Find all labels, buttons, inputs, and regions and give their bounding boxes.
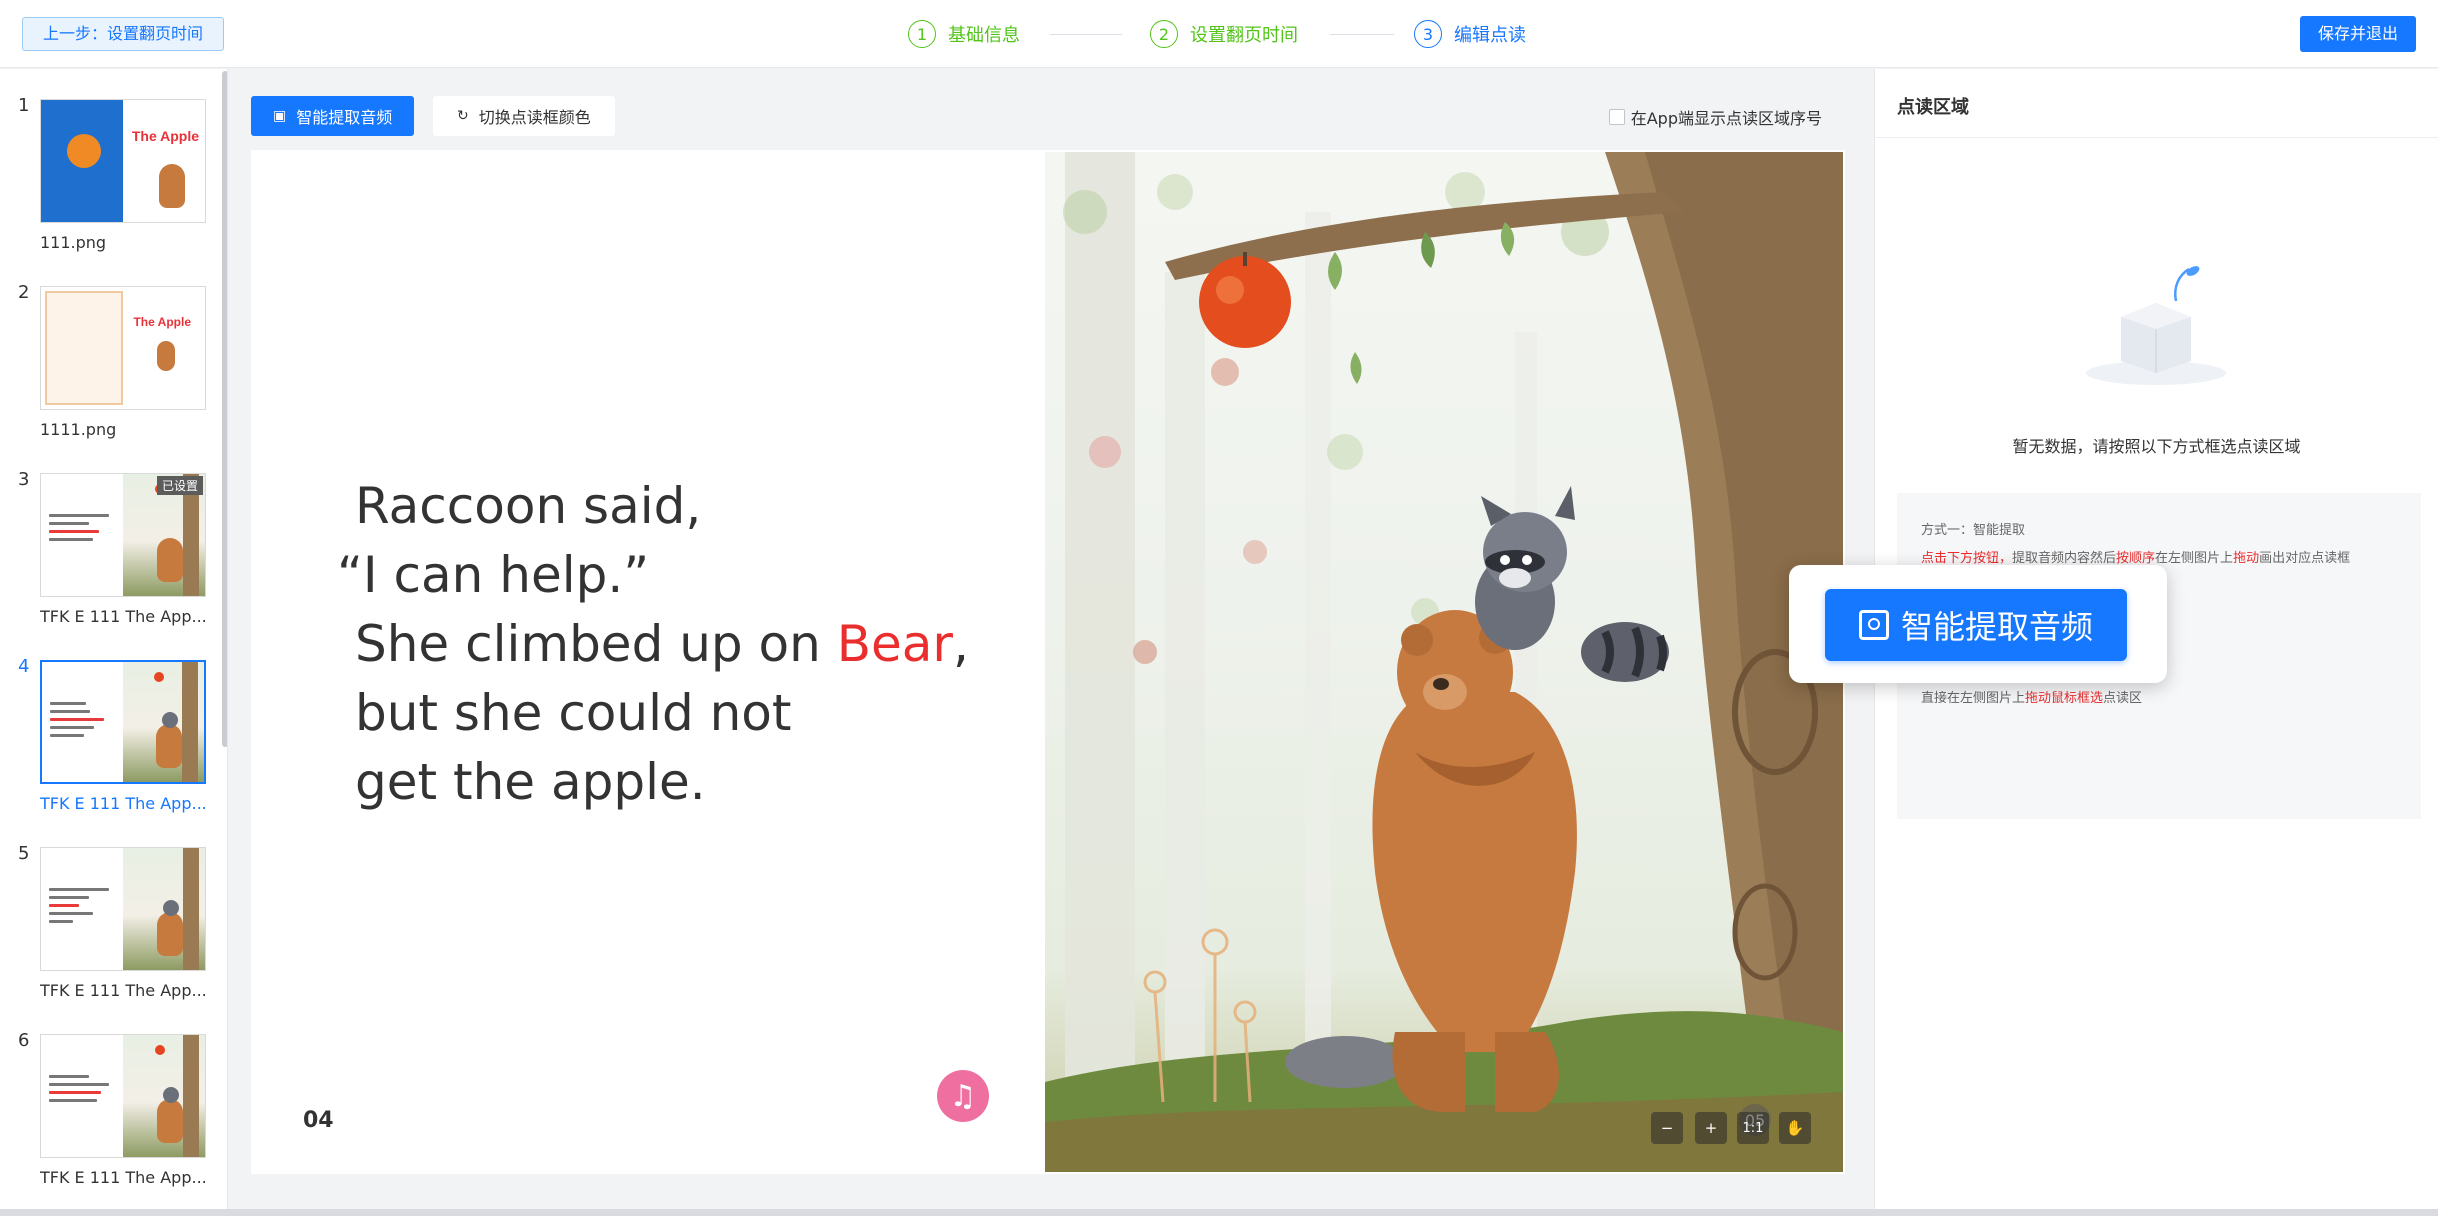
image-extract-icon: ▣ xyxy=(273,108,287,124)
hint-red-text: 拖动 xyxy=(2233,551,2260,566)
show-index-checkbox[interactable]: 在App端显示点读区域序号 xyxy=(1608,105,1822,129)
popup-smart-extract-audio-button[interactable]: 智能提取音频 xyxy=(1825,589,2127,661)
zoom-in-icon[interactable]: + xyxy=(1695,1112,1727,1144)
top-bar: 上一步：设置翻页时间 1 基础信息 2 设置翻页时间 3 编辑点读 保存并退出 xyxy=(0,0,2438,68)
step-number: 3 xyxy=(1414,20,1442,48)
story-line-highlight: She climbed up on Bear, xyxy=(355,610,969,679)
page-number: 3 xyxy=(18,469,30,490)
page-number: 6 xyxy=(18,1030,30,1051)
step-edit-reading: 3 编辑点读 xyxy=(1414,16,1526,52)
save-and-exit-button[interactable]: 保存并退出 xyxy=(2299,16,2416,52)
page-number: 2 xyxy=(18,282,30,303)
hint-text: 点读区 xyxy=(2103,691,2143,706)
page-thumbnail-sidebar: 1 The Apple 111.png 2 The Apple 1111.png… xyxy=(0,69,228,1209)
page-thumbnail-item-selected[interactable]: 4 TFK E 111 The App... xyxy=(0,656,220,843)
page-number: 5 xyxy=(18,843,30,864)
page-thumbnail[interactable] xyxy=(40,847,206,971)
horizontal-scrollbar[interactable] xyxy=(0,1209,2438,1216)
left-book-page[interactable]: Raccoon said, “I can help.” She climbed … xyxy=(251,150,1045,1174)
checkbox-label: 在App端显示点读区域序号 xyxy=(1630,109,1822,128)
illustration-page[interactable] xyxy=(1045,152,1843,1172)
music-note-icon[interactable]: ♫ xyxy=(937,1070,989,1122)
hint-text: 画出对应点读框 xyxy=(2259,551,2351,566)
button-label: 智能提取音频 xyxy=(296,108,393,127)
story-text: Raccoon said, “I can help.” She climbed … xyxy=(337,472,969,817)
thumb-title: The Apple xyxy=(133,315,191,329)
hint-red-text: 点击下方按钮， xyxy=(1921,551,2013,566)
refresh-icon: ↻ xyxy=(457,108,469,124)
page-file-name: 1111.png xyxy=(40,420,117,439)
story-line: Raccoon said, xyxy=(355,477,702,535)
page-file-name: TFK E 111 The App... xyxy=(40,1168,207,1187)
page-number: 4 xyxy=(18,656,30,677)
smart-extract-popover: 智能提取音频 xyxy=(1789,565,2167,683)
page-thumbnail[interactable]: 已设置 xyxy=(40,473,206,597)
page-thumbnail-item[interactable]: 1 The Apple 111.png xyxy=(0,95,220,282)
sidebar-scrollbar[interactable] xyxy=(222,71,227,747)
story-line: “I can help.” xyxy=(337,546,650,604)
smart-extract-audio-button[interactable]: ▣ 智能提取音频 xyxy=(251,96,415,136)
step-label: 编辑点读 xyxy=(1454,25,1526,46)
page-file-name: TFK E 111 The App... xyxy=(40,981,207,1000)
step-connector xyxy=(1050,34,1122,35)
step-number: 2 xyxy=(1150,20,1178,48)
story-line: but she could not xyxy=(355,684,792,742)
empty-state-text: 暂无数据，请按照以下方式框选点读区域 xyxy=(2012,437,2301,456)
page-thumbnail-item[interactable]: 2 The Apple 1111.png xyxy=(0,282,220,469)
step-page-turn-time: 2 设置翻页时间 xyxy=(1150,16,1298,52)
highlighted-word: Bear xyxy=(836,615,953,673)
story-line: get the apple. xyxy=(355,753,706,811)
method-one-title: 方式一：智能提取 xyxy=(1921,523,2026,538)
page-thumbnail-item[interactable]: 6 TFK E 111 The App... xyxy=(0,1030,220,1209)
zoom-reset-button[interactable]: 1:1 xyxy=(1737,1112,1769,1144)
hand-pan-icon[interactable]: ✋ xyxy=(1779,1112,1811,1144)
hint-red-text: 拖动鼠标框选 xyxy=(2025,691,2104,706)
previous-step-button[interactable]: 上一步：设置翻页时间 xyxy=(22,17,225,51)
page-thumbnail[interactable]: The Apple xyxy=(40,99,206,223)
step-label: 基础信息 xyxy=(948,25,1020,46)
checkbox-box[interactable] xyxy=(1608,109,1625,125)
hint-text: 在左侧图片上 xyxy=(2155,551,2234,566)
page-file-name: TFK E 111 The App... xyxy=(40,794,207,813)
method-two-desc: 直接在左侧图片上拖动鼠标框选点读区 xyxy=(1921,687,2142,706)
page-file-name: TFK E 111 The App... xyxy=(40,607,207,626)
page-file-name: 111.png xyxy=(40,233,107,252)
canvas-toolbar: ▣ 智能提取音频 ↻ 切换点读框颜色 在App端显示点读区域序号 xyxy=(228,69,1874,149)
image-extract-icon xyxy=(1858,610,1889,640)
divider xyxy=(1875,137,2438,138)
hint-red-text: 按顺序 xyxy=(2116,551,2156,566)
page-thumbnail[interactable] xyxy=(40,1034,206,1158)
page-thumbnail[interactable]: The Apple xyxy=(40,286,206,410)
step-number: 1 xyxy=(908,20,936,48)
page-thumbnail[interactable] xyxy=(40,660,206,784)
page-thumbnail-item[interactable]: 3 已设置 TFK E 111 The App... xyxy=(0,469,220,656)
page-thumbnail-item[interactable]: 5 TFK E 111 The App... xyxy=(0,843,220,1030)
step-indicator: 1 基础信息 2 设置翻页时间 3 编辑点读 xyxy=(908,16,1528,52)
step-label: 设置翻页时间 xyxy=(1190,25,1298,46)
empty-box-icon xyxy=(2086,266,2226,385)
configured-badge: 已设置 xyxy=(156,476,203,495)
thumb-title: The Apple xyxy=(131,128,199,144)
hint-text: 直接在左侧图片上 xyxy=(1921,691,2026,706)
page-canvas[interactable]: Raccoon said, “I can help.” She climbed … xyxy=(251,150,1845,1174)
bear-raccoon-illustration xyxy=(1045,152,1843,1172)
switch-frame-color-button[interactable]: ↻ 切换点读框颜色 xyxy=(433,96,615,136)
page-number: 1 xyxy=(18,95,30,116)
button-label: 切换点读框颜色 xyxy=(478,108,591,127)
story-punctuation: , xyxy=(952,615,969,673)
hint-text: 提取音频内容然后 xyxy=(2012,551,2117,566)
page-number-left: 04 xyxy=(303,1108,334,1133)
story-line-text: She climbed up on xyxy=(355,615,837,673)
popup-button-label: 智能提取音频 xyxy=(1900,608,2093,646)
step-connector xyxy=(1330,34,1394,35)
step-basic-info: 1 基础信息 xyxy=(908,16,1020,52)
panel-title: 点读区域 xyxy=(1897,97,1969,118)
zoom-out-icon[interactable]: − xyxy=(1651,1112,1683,1144)
method-one-desc: 点击下方按钮，提取音频内容然后按顺序在左侧图片上拖动画出对应点读框 xyxy=(1921,547,2350,566)
